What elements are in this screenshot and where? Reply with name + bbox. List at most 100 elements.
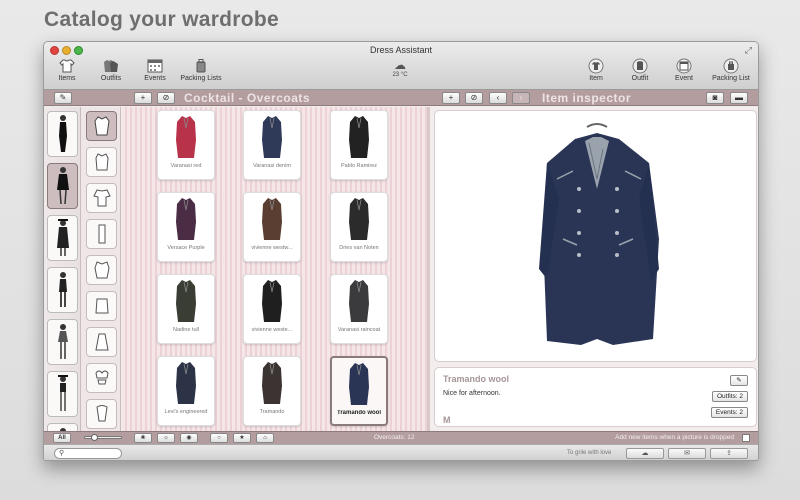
toolbar-items[interactable]: Items [45,58,89,82]
item-count: Overcoats: 12 [374,434,415,441]
item-card[interactable]: Varanasi red [157,110,215,180]
title-bar: Dress Assistant ⤢ Items Outfits Events P… [44,42,758,90]
item-card[interactable]: Nadine tull [157,274,215,344]
filter-summer-button[interactable]: ☼ [157,433,175,443]
edit-item-button[interactable]: ✎ [730,375,748,386]
share-button[interactable]: ⇪ [710,448,748,459]
item-card[interactable]: Dries van Noten [330,192,388,262]
calendar-icon [146,58,164,73]
toolbar-outfit[interactable]: Outfit [618,58,662,82]
item-label: Pablo Ramirez [340,163,378,169]
edit-categories-button[interactable]: ✎ [54,92,72,104]
category-thumb[interactable] [47,371,78,417]
cloud-icon: ☁ [394,58,406,72]
item-label: vivienne westw... [251,245,293,251]
category-thumb[interactable] [47,319,78,365]
garment-type-thumb[interactable] [86,363,117,393]
toolbar-events[interactable]: Events [133,58,177,82]
flower-icon: ❀ [140,435,146,441]
circle-icon: ◉ [186,435,192,441]
item-photo-pane[interactable] [434,110,757,362]
tagline: To grile with love [567,450,612,456]
snow-icon: ○ [217,435,221,441]
add-new-items-checkbox[interactable] [742,434,750,442]
item-card[interactable]: Levi's engineered [157,356,215,426]
toolbar-packing-lists[interactable]: Packing Lists [177,58,225,82]
events-count-button[interactable]: Events: 2 [710,407,748,418]
item-label: Dries van Noten [339,245,379,251]
item-photo [517,119,677,355]
garment-type-thumb[interactable] [86,255,117,285]
item-card[interactable]: Varanasi denim [243,110,301,180]
garment-type-thumb[interactable] [86,291,117,321]
filter-spring-button[interactable]: ❀ [134,433,152,443]
item-thumbnail [332,358,386,410]
feedback-button[interactable]: ✉ [668,448,706,459]
item-thumbnail [158,111,214,163]
garment-type-thumb[interactable] [86,147,117,177]
toolbar-outfits-label: Outfits [100,75,122,82]
shirt-icon [587,58,605,73]
item-thumbnail [331,275,387,327]
slider-knob[interactable] [91,434,98,441]
tag-filter-button[interactable]: ⌂ [256,433,274,443]
item-card[interactable]: Pablo Ramirez [330,110,388,180]
toolbar-event[interactable]: Event [662,58,706,82]
item-note: Nice for afternoon. [443,390,501,397]
next-item-button[interactable]: › [512,92,530,104]
previous-item-button[interactable]: ‹ [489,92,507,104]
inspector-add-button[interactable]: + [442,92,460,104]
item-card[interactable]: vivienne weste... [243,274,301,344]
item-name: Tramando wool [443,374,510,384]
filter-autumn-button[interactable]: ◉ [180,433,198,443]
favorite-filter-button[interactable]: ★ [233,433,251,443]
show-all-button[interactable]: All [53,433,71,443]
chat-icon: ✉ [684,450,690,457]
item-grid[interactable]: Varanasi red Varanasi denim Pablo Ramirez V… [122,107,428,431]
garment-type-thumb[interactable] [86,111,117,141]
search-input[interactable]: ⚲ [54,448,122,459]
inspector-remove-button[interactable]: ⊘ [465,92,483,104]
item-label: Varanasi raincoat [337,327,381,333]
folder-icon: ▬ [735,93,743,102]
status-bar: ⚲ To grile with love ☁ ✉ ⇪ [44,444,758,460]
category-thumb[interactable] [47,111,78,157]
category-thumb[interactable] [47,163,78,209]
item-card[interactable]: Tramando wool [330,356,388,426]
search-icon: ⚲ [59,450,65,457]
category-thumb[interactable] [47,267,78,313]
item-card[interactable]: vivienne westw... [243,192,301,262]
garment-type-thumb[interactable] [86,219,117,249]
toolbar-outfits[interactable]: Outfits [89,58,133,82]
item-info-pane: Tramando wool ✎ Nice for afternoon. Outf… [434,367,757,427]
item-label: Nadine tull [173,327,199,333]
thumbnail-size-slider[interactable] [84,434,122,441]
item-card[interactable]: Varanasi raincoat [330,274,388,344]
garment-type-list[interactable] [81,107,121,431]
toolbar-packing-list[interactable]: Packing List [706,58,756,82]
item-card[interactable]: Versace Purple [157,192,215,262]
garment-type-thumb[interactable] [86,183,117,213]
category-thumb[interactable] [47,423,78,431]
star-icon: ★ [239,435,245,441]
add-item-button[interactable]: + [134,92,152,104]
outfit-category-list[interactable] [44,107,81,431]
garment-type-thumb[interactable] [86,399,117,429]
outfits-count-button[interactable]: Outfits: 2 [711,391,748,402]
item-label: vivienne weste... [251,327,293,333]
item-card[interactable]: Tramando [243,356,301,426]
toolbar-item[interactable]: Item [574,58,618,82]
item-thumbnail [331,111,387,163]
folder-button[interactable]: ▬ [730,92,748,104]
category-thumb[interactable] [47,215,78,261]
item-label: Versace Purple [167,245,205,251]
camera-button[interactable]: ◙ [706,92,724,104]
item-thumbnail [331,193,387,245]
filter-winter-button[interactable]: ○ [210,433,228,443]
cloud-sync-button[interactable]: ☁ [626,448,664,459]
item-thumbnail [158,275,214,327]
fullscreen-icon[interactable]: ⤢ [745,45,752,56]
item-label: Tramando [259,409,285,415]
garment-type-thumb[interactable] [86,327,117,357]
remove-item-button[interactable]: ⊘ [157,92,175,104]
